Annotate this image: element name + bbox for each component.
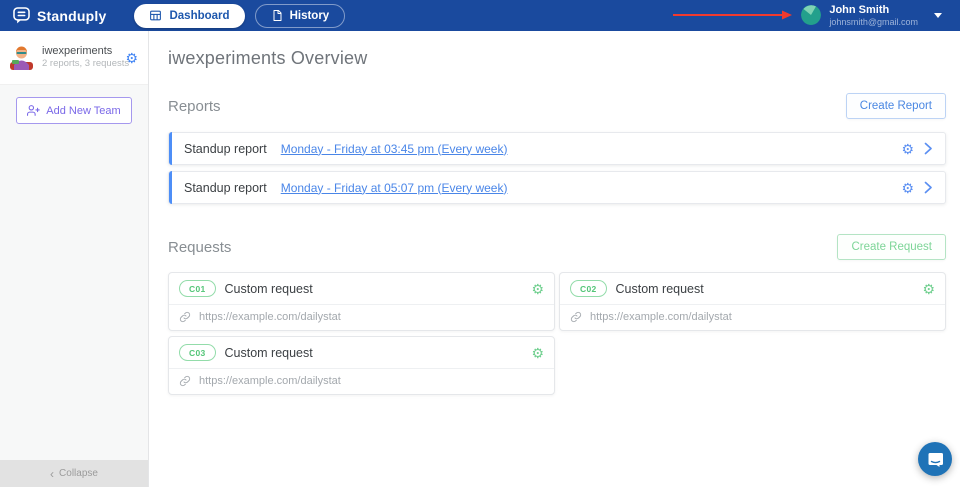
report-settings-gear-icon[interactable]: ⚙ [901, 142, 914, 156]
team-texts: iwexperiments 2 reports, 3 requests [42, 45, 129, 71]
sidebar-team-item[interactable]: iwexperiments 2 reports, 3 requests ⚙ [0, 31, 148, 85]
request-card[interactable]: C03 Custom request ⚙ https://example.com… [168, 336, 555, 395]
sidebar: iwexperiments 2 reports, 3 requests ⚙ Ad… [0, 31, 149, 487]
chat-widget-button[interactable] [918, 442, 952, 476]
request-card[interactable]: C01 Custom request ⚙ https://example.com… [168, 272, 555, 331]
request-card-bottom: https://example.com/dailystat [560, 304, 945, 330]
main-content: iwexperiments Overview Reports Create Re… [150, 31, 960, 487]
report-schedule-link[interactable]: Monday - Friday at 05:07 pm (Every week) [281, 181, 508, 195]
top-bar: Standuply Dashboard History John Smith j… [0, 0, 960, 31]
brand-name: Standuply [37, 7, 107, 24]
brand: Standuply [12, 6, 106, 25]
chevron-right-icon[interactable] [924, 181, 933, 194]
request-code-badge: C02 [570, 280, 607, 297]
top-nav: Dashboard History [134, 3, 346, 28]
create-report-button[interactable]: Create Report [845, 93, 946, 119]
report-row-actions: ⚙ [901, 181, 933, 195]
request-card-grid: C01 Custom request ⚙ https://example.com… [168, 272, 946, 395]
request-card-top: C02 Custom request ⚙ [560, 273, 945, 304]
user-avatar[interactable] [801, 5, 822, 26]
report-row-actions: ⚙ [901, 142, 933, 156]
tab-history-label: History [289, 9, 330, 22]
red-annotation-arrow [673, 9, 793, 21]
tab-dashboard[interactable]: Dashboard [134, 3, 245, 28]
team-avatar [8, 44, 35, 71]
reports-section-header: Reports Create Report [168, 93, 946, 119]
add-new-team-button[interactable]: Add New Team [16, 97, 132, 124]
request-label: Custom request [224, 345, 313, 360]
request-url: https://example.com/dailystat [199, 375, 341, 387]
chevron-left-icon: ‹ [50, 466, 55, 481]
request-settings-gear-icon[interactable]: ⚙ [531, 282, 544, 296]
report-schedule-link[interactable]: Monday - Friday at 03:45 pm (Every week) [281, 142, 508, 156]
request-code-badge: C03 [179, 344, 216, 361]
request-label: Custom request [224, 281, 313, 296]
add-new-team-label: Add New Team [46, 104, 121, 117]
report-label: Standup report [184, 141, 267, 156]
topbar-user-area: John Smith johnsmith@gmail.com [673, 4, 948, 27]
sidebar-collapse-button[interactable]: ‹ Collapse [0, 460, 148, 487]
team-settings-gear-icon[interactable]: ⚙ [125, 51, 138, 65]
tab-history[interactable]: History [254, 3, 346, 28]
request-card-bottom: https://example.com/dailystat [169, 368, 554, 394]
request-label: Custom request [615, 281, 704, 296]
create-request-button[interactable]: Create Request [837, 234, 946, 260]
tab-dashboard-label: Dashboard [169, 9, 230, 22]
request-settings-gear-icon[interactable]: ⚙ [922, 282, 935, 296]
add-team-section: Add New Team [0, 85, 148, 136]
report-settings-gear-icon[interactable]: ⚙ [901, 181, 914, 195]
chevron-right-icon[interactable] [924, 142, 933, 155]
team-meta: 2 reports, 3 requests [42, 58, 130, 70]
request-settings-gear-icon[interactable]: ⚙ [531, 346, 544, 360]
report-list: Standup report Monday - Friday at 03:45 … [168, 132, 946, 204]
request-card-top: C03 Custom request ⚙ [169, 337, 554, 368]
request-card-bottom: https://example.com/dailystat [169, 304, 554, 330]
request-card[interactable]: C02 Custom request ⚙ https://example.com… [559, 272, 946, 331]
request-card-top: C01 Custom request ⚙ [169, 273, 554, 304]
reports-heading: Reports [168, 97, 221, 115]
request-code-badge: C01 [179, 280, 216, 297]
history-document-icon [271, 9, 283, 22]
user-menu-caret-icon[interactable] [934, 12, 942, 18]
team-name: iwexperiments [42, 44, 113, 57]
page-title: iwexperiments Overview [168, 48, 368, 68]
user-plus-icon [27, 104, 41, 117]
requests-section-header: Requests Create Request [168, 234, 946, 260]
collapse-label: Collapse [59, 468, 98, 479]
chat-bubble-icon [927, 451, 944, 468]
report-label: Standup report [184, 180, 267, 195]
user-email: johnsmith@gmail.com [829, 16, 918, 27]
user-info[interactable]: John Smith johnsmith@gmail.com [829, 4, 918, 27]
link-icon [570, 311, 582, 323]
requests-heading: Requests [168, 238, 232, 256]
request-url: https://example.com/dailystat [590, 311, 732, 323]
link-icon [179, 375, 191, 387]
standuply-logo-icon [12, 6, 31, 25]
report-row[interactable]: Standup report Monday - Friday at 05:07 … [168, 171, 946, 204]
dashboard-grid-icon [149, 9, 162, 22]
user-name: John Smith [829, 4, 890, 16]
report-row[interactable]: Standup report Monday - Friday at 03:45 … [168, 132, 946, 165]
request-url: https://example.com/dailystat [199, 311, 341, 323]
link-icon [179, 311, 191, 323]
